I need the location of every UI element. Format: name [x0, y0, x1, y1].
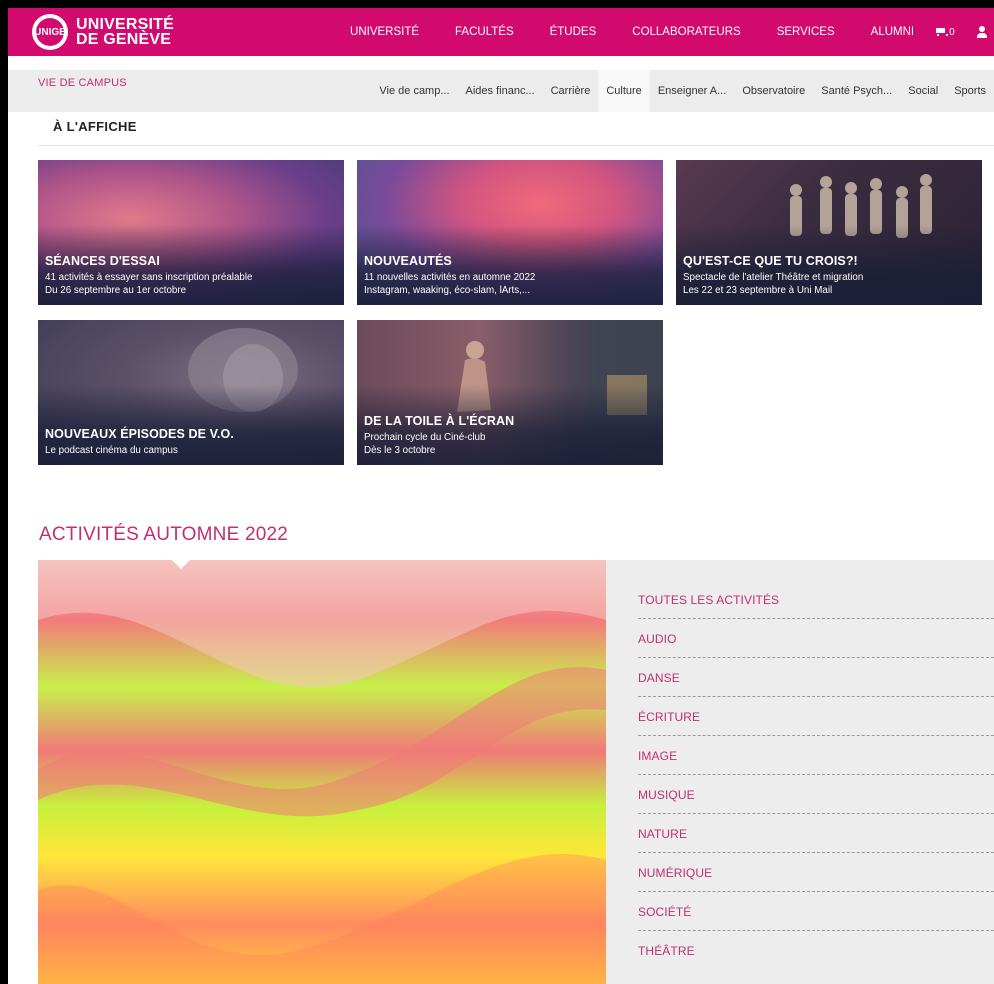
wave-graphic — [38, 560, 606, 984]
activity-danse[interactable]: DANSE — [638, 658, 994, 697]
card-title: NOUVEAUX ÉPISODES DE V.O. — [45, 427, 234, 441]
activities-list: TOUTES LES ACTIVITÉS AUDIO DANSE ÉCRITUR… — [606, 560, 994, 984]
nav-alumni[interactable]: ALUMNI — [871, 26, 914, 38]
unige-logo[interactable]: UNIGE UNIVERSITÉ DE GENÈVE — [32, 14, 174, 50]
cart-icon — [934, 27, 949, 37]
divider — [38, 145, 994, 146]
card-title: SÉANCES D'ESSAI — [45, 254, 160, 268]
affiche-card-seances[interactable]: SÉANCES D'ESSAI 41 activités à essayer s… — [38, 160, 344, 305]
activity-theatre[interactable]: THÉÂTRE — [638, 931, 994, 970]
section-label[interactable]: VIE DE CAMPUS — [38, 77, 127, 89]
card-details: Instagram, waaking, éco-slam, lArts,... — [364, 285, 531, 296]
activity-nature[interactable]: NATURE — [638, 814, 994, 853]
nav-facultes[interactable]: FACULTÉS — [455, 26, 514, 38]
card-date: Du 26 septembre au 1er octobre — [45, 285, 187, 296]
activity-musique[interactable]: MUSIQUE — [638, 775, 994, 814]
activities-heading: ACTIVITÉS AUTOMNE 2022 — [39, 524, 289, 545]
nav-collaborateurs[interactable]: COLLABORATEURS — [632, 26, 740, 38]
activity-ecriture[interactable]: ÉCRITURE — [638, 697, 994, 736]
crest-emblem: UNIGE — [34, 18, 66, 46]
sub-nav: Vie de camp... Aides financ... Carrière … — [371, 70, 994, 112]
card-date: Les 22 et 23 septembre à Uni Mail — [683, 285, 833, 296]
card-title: QU'EST-CE QUE TU CROIS?! — [683, 254, 858, 268]
subnav-vie-de-campus[interactable]: Vie de camp... — [371, 70, 457, 112]
affiche-card-cineclub[interactable]: DE LA TOILE À L'ÉCRAN Prochain cycle du … — [357, 320, 663, 465]
activity-all[interactable]: TOUTES LES ACTIVITÉS — [638, 580, 994, 619]
cart-button[interactable]: 0 — [934, 27, 955, 38]
nav-services[interactable]: SERVICES — [777, 26, 835, 38]
subnav-culture[interactable]: Culture — [598, 70, 650, 112]
card-date: Dès le 3 octobre — [364, 445, 436, 456]
user-icon[interactable] — [976, 26, 987, 38]
card-subtitle: Spectacle de l'atelier Théâtre et migrat… — [683, 272, 864, 283]
nav-universite[interactable]: UNIVERSITÉ — [350, 26, 419, 38]
affiche-card-podcast[interactable]: NOUVEAUX ÉPISODES DE V.O. Le podcast cin… — [38, 320, 344, 465]
activity-audio[interactable]: AUDIO — [638, 619, 994, 658]
affiche-card-theatre[interactable]: QU'EST-CE QUE TU CROIS?! Spectacle de l'… — [676, 160, 982, 305]
top-header: UNIGE UNIVERSITÉ DE GENÈVE UNIVERSITÉ FA… — [8, 8, 994, 56]
crest-icon: UNIGE — [32, 14, 68, 50]
card-title: DE LA TOILE À L'ÉCRAN — [364, 414, 515, 428]
card-subtitle: Le podcast cinéma du campus — [45, 445, 178, 456]
subnav-aides-financieres[interactable]: Aides financ... — [458, 70, 543, 112]
logo-text: UNIVERSITÉ DE GENÈVE — [76, 16, 175, 48]
card-subtitle: Prochain cycle du Ciné-club — [364, 432, 486, 443]
activity-societe[interactable]: SOCIÉTÉ — [638, 892, 994, 931]
affiche-heading: À L'AFFICHE — [53, 119, 137, 134]
main-nav: UNIVERSITÉ FACULTÉS ÉTUDES COLLABORATEUR… — [350, 26, 934, 38]
page: UNIGE UNIVERSITÉ DE GENÈVE UNIVERSITÉ FA… — [8, 8, 994, 984]
subnav-sports[interactable]: Sports — [946, 70, 994, 112]
subnav-social[interactable]: Social — [900, 70, 946, 112]
activity-image[interactable]: IMAGE — [638, 736, 994, 775]
card-title: NOUVEAUTÉS — [364, 254, 452, 268]
indicator-notch — [172, 560, 190, 569]
nav-etudes[interactable]: ÉTUDES — [550, 26, 597, 38]
cart-count: 0 — [949, 26, 955, 38]
card-subtitle: 41 activités à essayer sans inscription … — [45, 272, 253, 283]
subnav-enseigner[interactable]: Enseigner A... — [650, 70, 735, 112]
subnav-observatoire[interactable]: Observatoire — [734, 70, 813, 112]
subnav-carriere[interactable]: Carrière — [543, 70, 599, 112]
affiche-card-nouveautes[interactable]: NOUVEAUTÉS 11 nouvelles activités en aut… — [357, 160, 663, 305]
activity-numerique[interactable]: NUMÉRIQUE — [638, 853, 994, 892]
card-subtitle: 11 nouvelles activités en automne 2022 — [364, 272, 536, 283]
subnav-sante-psych[interactable]: Santé Psych... — [813, 70, 900, 112]
activities-hero-image — [38, 560, 606, 984]
logo-line-2: DE GENÈVE — [76, 31, 172, 48]
sub-nav-bar: VIE DE CAMPUS Vie de camp... Aides finan… — [8, 70, 994, 112]
logo-line-1: UNIVERSITÉ — [76, 16, 175, 33]
